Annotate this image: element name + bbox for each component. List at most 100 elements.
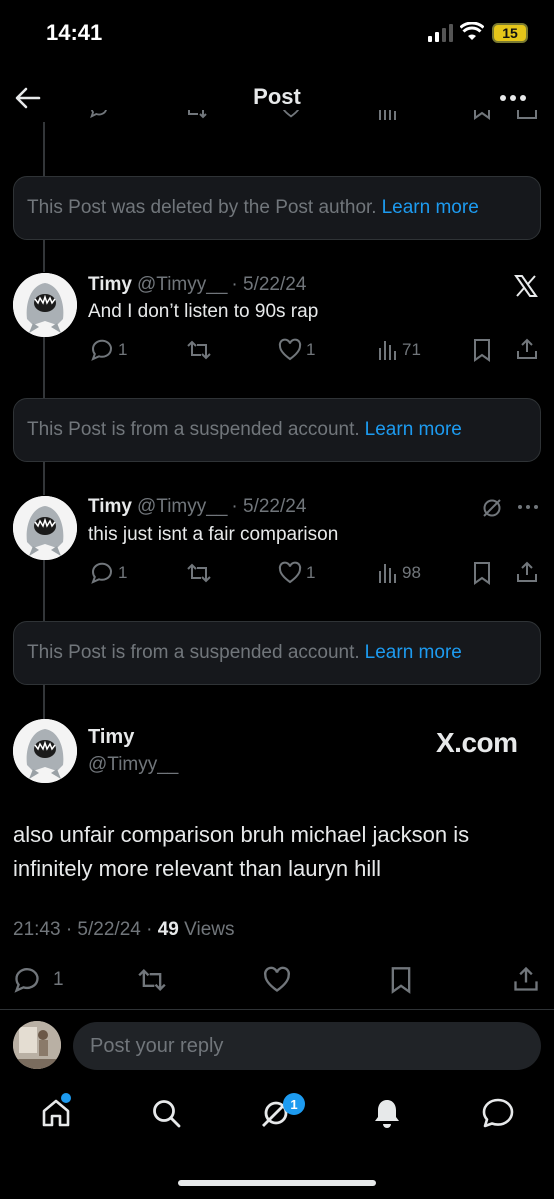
reply-button[interactable]: 1 — [13, 966, 64, 994]
reply-header: Timy @Timyy__ · 5/22/24 — [88, 274, 306, 296]
author-name[interactable]: Timy — [88, 726, 134, 749]
thread-line — [43, 337, 45, 400]
learn-more-link[interactable]: Learn more — [365, 419, 462, 441]
like-icon — [264, 966, 290, 992]
bookmark-button[interactable] — [472, 561, 492, 585]
repost-button[interactable] — [136, 966, 168, 994]
reply-icon — [14, 968, 39, 993]
like-icon[interactable] — [280, 110, 302, 120]
notification-badge: 1 — [283, 1093, 305, 1115]
x-logo-icon — [514, 275, 538, 297]
repost-button[interactable] — [186, 338, 212, 362]
like-count: 1 — [306, 563, 316, 582]
shark-avatar-icon — [13, 496, 77, 560]
repost-icon — [187, 340, 211, 360]
share-button[interactable] — [515, 560, 539, 584]
reply-text: this just isnt a fair comparison — [88, 524, 339, 545]
share-icon[interactable] — [516, 110, 538, 120]
learn-more-link[interactable]: Learn more — [382, 197, 479, 219]
avatar[interactable] — [13, 719, 77, 783]
shark-avatar-icon — [13, 719, 77, 783]
reply-input[interactable] — [73, 1022, 541, 1070]
share-button[interactable] — [512, 965, 540, 993]
bookmark-icon — [474, 562, 490, 585]
more-options-icon[interactable] — [498, 88, 528, 108]
bookmark-icon — [391, 967, 411, 994]
reply-button[interactable]: 1 — [90, 338, 127, 362]
bookmark-icon[interactable] — [472, 110, 492, 120]
grok-icon[interactable] — [481, 497, 503, 519]
more-options-icon[interactable] — [516, 499, 540, 515]
thread-line — [43, 685, 45, 719]
user-avatar[interactable] — [13, 1021, 61, 1069]
author-name[interactable]: Timy — [88, 274, 132, 295]
bookmark-icon — [474, 339, 490, 362]
suspended-account-notice: This Post is from a suspended account. L… — [13, 621, 541, 685]
author-handle[interactable]: @Timyy__ — [88, 754, 178, 776]
share-button[interactable] — [515, 337, 539, 361]
partial-action-row — [0, 110, 554, 132]
home-indicator — [178, 1180, 376, 1186]
author-handle[interactable]: @Timyy__ — [137, 274, 227, 295]
like-icon — [278, 338, 302, 361]
battery-icon: 15 — [492, 23, 528, 43]
status-time: 14:41 — [46, 20, 103, 45]
views-icon[interactable] — [378, 110, 400, 120]
repost-button[interactable] — [186, 561, 212, 585]
like-icon — [278, 561, 302, 584]
like-button[interactable]: 1 — [278, 561, 315, 585]
search-icon[interactable] — [150, 1097, 182, 1129]
views-label: Views — [184, 919, 235, 940]
post-text: also unfair comparison bruh michael jack… — [13, 822, 470, 881]
thread-line — [43, 560, 45, 622]
shark-avatar-icon — [13, 273, 77, 337]
wifi-icon — [460, 22, 484, 42]
view-count: 49 — [157, 919, 179, 940]
repost-icon[interactable] — [184, 110, 208, 120]
xcom-badge: X.com — [436, 727, 518, 758]
reply-icon — [91, 339, 112, 361]
author-name[interactable]: Timy — [88, 496, 132, 517]
like-button[interactable]: 1 — [278, 338, 315, 362]
learn-more-link[interactable]: Learn more — [365, 642, 462, 664]
messages-icon[interactable] — [481, 1097, 515, 1129]
avatar[interactable] — [13, 273, 77, 337]
like-count: 1 — [306, 340, 316, 359]
like-button[interactable] — [262, 966, 292, 994]
post-date: · 5/22/24 — [231, 274, 307, 295]
notice-text: This Post is from a suspended account. — [27, 642, 360, 663]
author-handle[interactable]: @Timyy__ — [137, 496, 227, 517]
notice-text: This Post was deleted by the Post author… — [27, 197, 377, 218]
home-notification-dot — [61, 1093, 71, 1103]
divider — [0, 1009, 554, 1010]
bell-icon[interactable] — [372, 1097, 402, 1129]
repost-icon — [187, 563, 211, 583]
views-button[interactable]: 98 — [378, 562, 421, 584]
bookmark-button[interactable] — [389, 966, 413, 994]
suspended-account-notice: This Post is from a suspended account. L… — [13, 398, 541, 462]
view-count: 71 — [402, 340, 421, 359]
user-photo-icon — [13, 1021, 61, 1069]
reply-count: 1 — [118, 340, 128, 359]
views-icon — [379, 341, 396, 360]
avatar[interactable] — [13, 496, 77, 560]
reply-header: Timy @Timyy__ · 5/22/24 — [88, 496, 306, 518]
share-icon — [517, 338, 537, 359]
share-icon — [514, 966, 538, 991]
reply-button[interactable]: 1 — [90, 561, 127, 585]
repost-icon — [138, 969, 166, 991]
deleted-post-notice: This Post was deleted by the Post author… — [13, 176, 541, 240]
view-count: 98 — [402, 563, 421, 582]
reply-count: 1 — [53, 969, 64, 990]
views-button[interactable]: 71 — [378, 339, 421, 361]
reply-icon[interactable] — [88, 110, 110, 120]
post-meta: 21:43 · 5/22/24 · 49 Views — [13, 919, 234, 941]
reply-count: 1 — [118, 563, 128, 582]
post-timestamp: 21:43 · 5/22/24 · — [13, 919, 153, 940]
reply-text: And I don’t listen to 90s rap — [88, 301, 319, 322]
signal-icon — [428, 24, 454, 42]
bookmark-button[interactable] — [472, 338, 492, 362]
page-title: Post — [253, 84, 301, 109]
views-icon — [379, 564, 396, 583]
post-date: · 5/22/24 — [231, 496, 307, 517]
